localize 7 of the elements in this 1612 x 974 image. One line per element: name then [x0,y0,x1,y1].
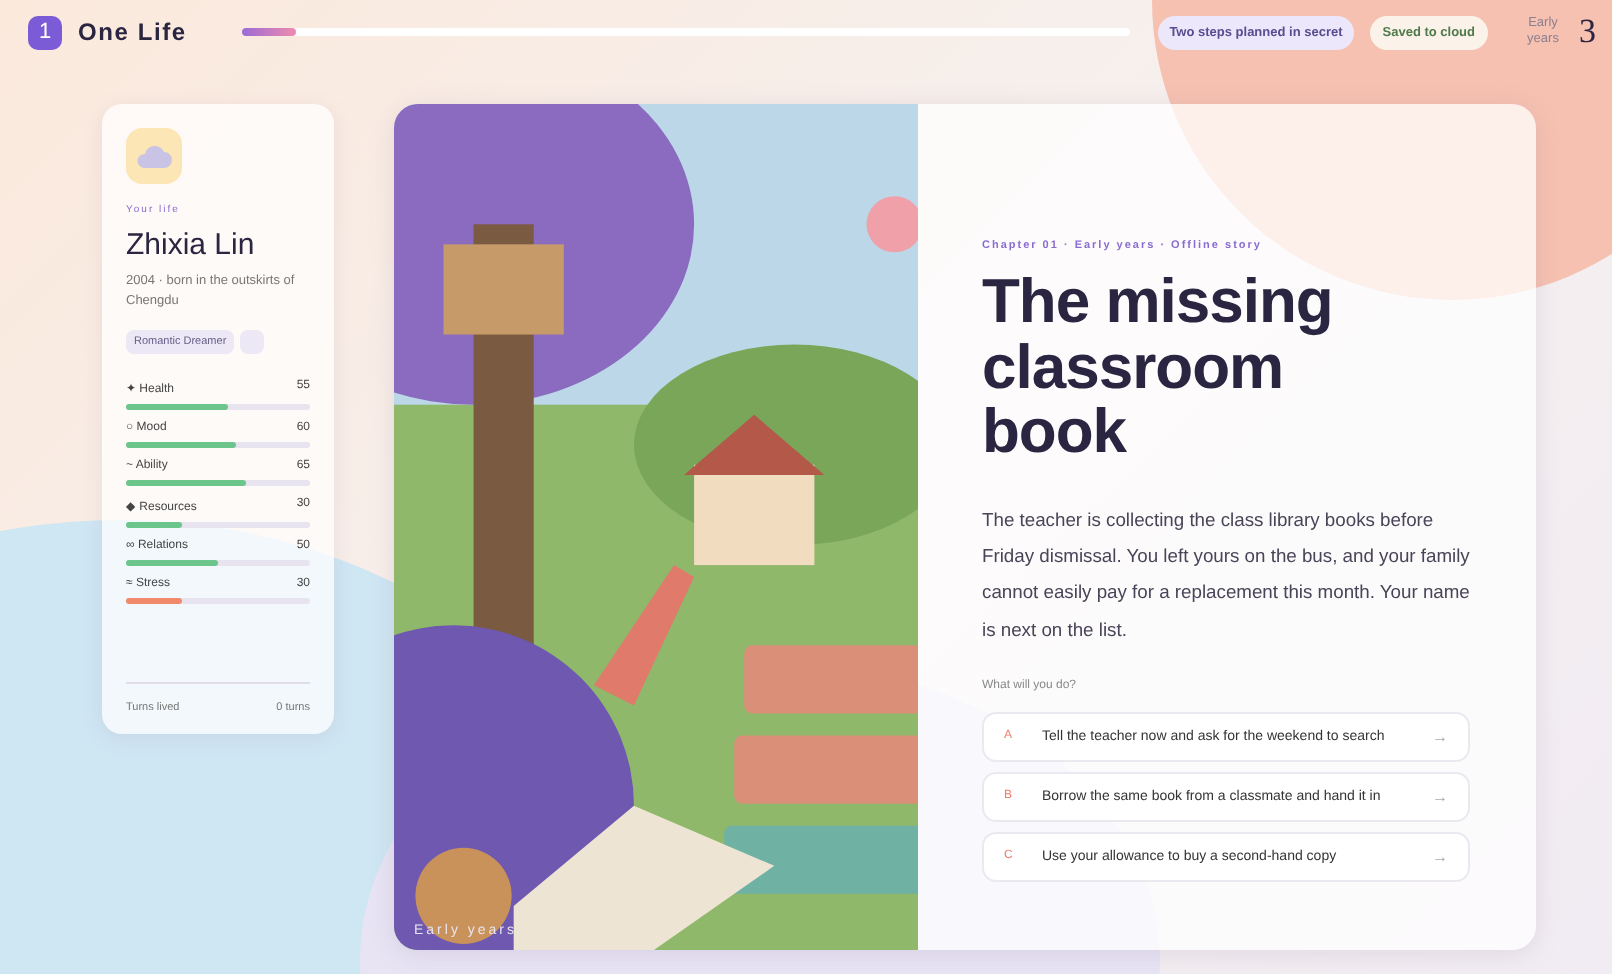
character-name: Zhixia Lin [126,228,257,262]
logo-badge: 1 [28,15,62,49]
story-title: The missing classroom book [982,270,1335,466]
story-text: The teacher is collecting the class library books before Friday dismissal. You left yours on the bus, and your family cannot easily pay for a replacement this month. Your name is next on the list. [982,505,1470,644]
cloud-icon [126,128,182,184]
app-title: One Life [78,18,187,46]
stage-number: 3 [1579,12,1596,52]
